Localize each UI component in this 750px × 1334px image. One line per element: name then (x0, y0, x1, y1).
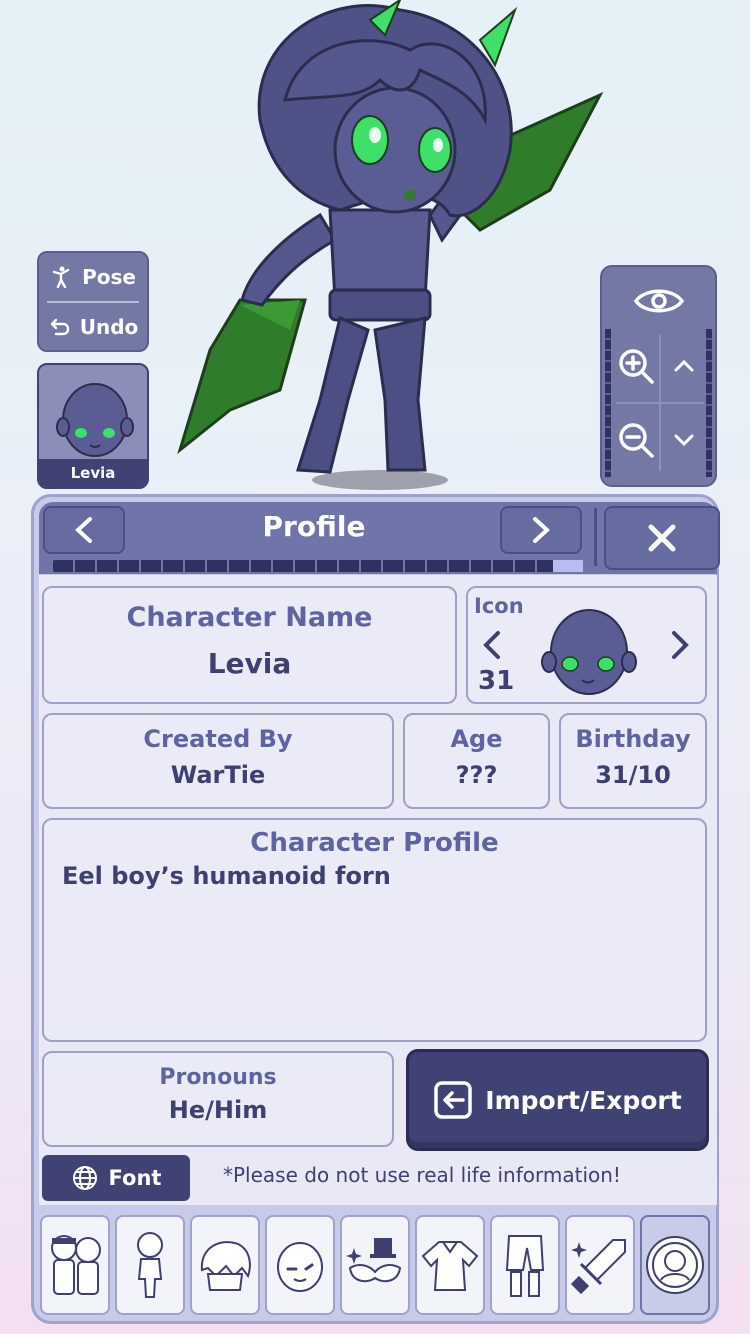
character-name-value: Levia (207, 647, 292, 680)
icon-selector: Icon 31 (466, 586, 707, 704)
character-profile-field[interactable]: Character Profile Eel boy’s humanoid for… (42, 818, 707, 1042)
icon-prev-button[interactable] (480, 628, 504, 666)
character-name-label: Character Name (126, 602, 373, 633)
accessories-tool-button[interactable] (340, 1215, 410, 1315)
face-tool-button[interactable] (265, 1215, 335, 1315)
character-slot-name: Levia (39, 459, 147, 487)
profile-icon (646, 1236, 704, 1294)
pose-undo-panel: Pose Undo (37, 251, 149, 352)
created-by-value: WarTie (170, 761, 266, 789)
props-tool-button[interactable] (565, 1215, 635, 1315)
font-button[interactable]: Font (42, 1155, 190, 1201)
close-icon (648, 524, 676, 552)
view-controls (600, 265, 717, 487)
pronouns-field[interactable]: Pronouns He/Him (42, 1051, 394, 1147)
import-export-icon (434, 1081, 473, 1119)
body-tool-button[interactable] (115, 1215, 185, 1315)
font-label: Font (108, 1166, 162, 1190)
chevron-right-icon (533, 517, 550, 543)
privacy-note: *Please do not use real life information… (223, 1163, 621, 1187)
zoom-in-icon (618, 349, 654, 384)
zoom-scale-left (605, 329, 611, 477)
age-value: ??? (455, 761, 498, 789)
move-down-button[interactable] (660, 403, 707, 477)
character-profile-label: Character Profile (250, 828, 499, 858)
import-export-button[interactable]: Import/Export (406, 1049, 709, 1151)
birthday-label: Birthday (575, 725, 691, 753)
undo-icon (50, 318, 69, 336)
birthday-value: 31/10 (595, 761, 671, 789)
header-divider (594, 508, 597, 566)
undo-label: Undo (79, 315, 139, 339)
zoom-out-icon (618, 423, 654, 458)
panel-title: Profile (262, 510, 366, 543)
pronouns-value: He/Him (168, 1096, 268, 1124)
next-page-button[interactable] (500, 506, 582, 554)
shirt-icon (421, 1241, 479, 1291)
page-progress-bar (53, 560, 583, 572)
body-icon (137, 1232, 163, 1298)
pose-button[interactable]: Pose (39, 253, 147, 301)
characters-icon (51, 1235, 101, 1295)
eye-icon (633, 289, 684, 313)
editor-toolbar (40, 1215, 712, 1315)
created-by-field[interactable]: Created By WarTie (42, 713, 394, 809)
pose-label: Pose (82, 265, 136, 289)
zoom-pan-grid (612, 329, 707, 477)
icon-number: 31 (478, 666, 515, 696)
close-button[interactable] (604, 506, 720, 570)
birthday-field[interactable]: Birthday 31/10 (559, 713, 707, 809)
profile-tool-button[interactable] (640, 1215, 710, 1315)
visibility-button[interactable] (602, 275, 715, 327)
zoom-out-button[interactable] (612, 403, 659, 477)
hair-icon (200, 1241, 251, 1291)
pose-icon (52, 266, 70, 289)
chevron-left-icon (75, 517, 92, 543)
chevron-down-icon (674, 434, 693, 447)
zoom-in-button[interactable] (612, 329, 659, 403)
created-by-label: Created By (143, 725, 293, 753)
character-head-thumb (56, 383, 134, 457)
chevron-right-icon (672, 631, 689, 659)
age-field[interactable]: Age ??? (403, 713, 550, 809)
bottom-tool-button[interactable] (490, 1215, 560, 1315)
pants-icon (505, 1235, 545, 1297)
prev-page-button[interactable] (43, 506, 125, 554)
move-up-button[interactable] (660, 329, 707, 403)
accessories-icon (346, 1238, 402, 1283)
sword-icon (570, 1239, 626, 1295)
character-profile-text: Eel boy’s humanoid forn (62, 862, 391, 890)
undo-button[interactable]: Undo (39, 303, 147, 351)
chevron-up-icon (674, 359, 693, 372)
icon-next-button[interactable] (668, 628, 692, 666)
character-name-field[interactable]: Character Name Levia (42, 586, 457, 704)
page-progress-fill (553, 560, 583, 572)
chevron-left-icon (483, 631, 500, 659)
character-slot-thumbnail[interactable]: Levia (37, 363, 149, 489)
icon-label: Icon (474, 594, 524, 618)
characters-tool-button[interactable] (40, 1215, 110, 1315)
character-icon-preview (541, 609, 637, 695)
import-export-label: Import/Export (485, 1085, 682, 1115)
hair-tool-button[interactable] (190, 1215, 260, 1315)
character-figure[interactable] (170, 0, 610, 495)
profile-header: Profile (39, 502, 720, 574)
globe-icon (72, 1166, 97, 1190)
pronouns-label: Pronouns (159, 1065, 277, 1090)
face-icon (277, 1242, 323, 1292)
age-label: Age (450, 725, 503, 753)
top-tool-button[interactable] (415, 1215, 485, 1315)
